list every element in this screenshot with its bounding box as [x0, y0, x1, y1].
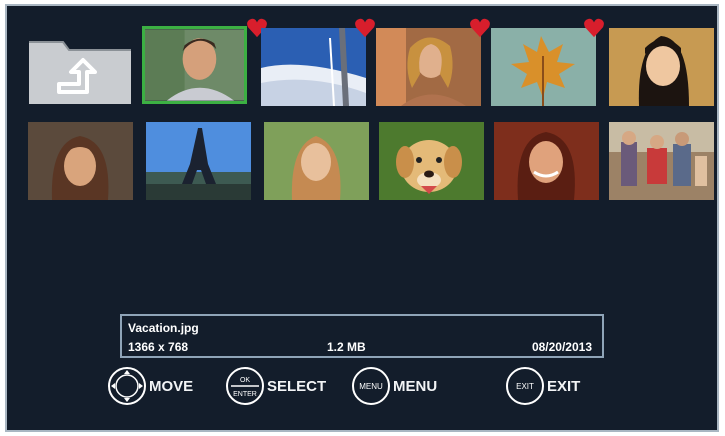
folder-up-icon — [25, 28, 135, 108]
woman-smiling-image — [28, 122, 133, 200]
select-label: SELECT — [267, 377, 327, 395]
snow-scene-image — [261, 28, 366, 106]
thumbnail-snow-scene[interactable] — [261, 28, 366, 106]
dog-image — [379, 122, 484, 200]
up-folder-thumbnail[interactable] — [25, 28, 135, 108]
file-size: 1.2 MB — [327, 340, 366, 354]
thumbnail-autumn-leaf[interactable] — [491, 28, 596, 106]
thumbnail-woman-smiling[interactable] — [28, 122, 133, 200]
exit-button-icon: EXIT — [506, 367, 544, 405]
move-control[interactable]: MOVE — [107, 366, 193, 406]
file-date: 08/20/2013 — [531, 340, 592, 354]
woman-outdoor-image — [264, 122, 369, 200]
menu-button-icon: MENU — [352, 367, 390, 405]
thumbnail-laughing-woman[interactable] — [376, 28, 481, 106]
menu-control[interactable]: MENU MENU — [351, 366, 437, 406]
favorite-heart-icon — [354, 18, 376, 38]
dpad-icon — [108, 367, 146, 405]
family-group-image — [609, 122, 714, 200]
move-label: MOVE — [149, 377, 194, 395]
woman-red-hair-image — [494, 122, 599, 200]
thumbnail-dog[interactable] — [379, 122, 484, 200]
photo-browser-screen: Vacation.jpg 1366 x 768 1.2 MB 08/20/201… — [5, 4, 719, 432]
svg-text:ENTER: ENTER — [233, 391, 257, 398]
exit-control[interactable]: EXIT EXIT — [505, 366, 580, 406]
thumbnail-man-portrait[interactable] — [142, 26, 247, 104]
thumbnail-girl-portrait[interactable] — [609, 28, 714, 106]
favorite-heart-icon — [469, 18, 491, 38]
svg-text:MENU: MENU — [359, 382, 383, 391]
thumbnail-grid — [25, 18, 715, 206]
control-legend: MOVE OK ENTER SELECT MENU MENU EXIT EXIT — [107, 366, 707, 410]
man-portrait-image — [145, 29, 244, 101]
ok-enter-button-icon: OK ENTER — [226, 367, 264, 405]
autumn-leaf-image — [491, 28, 596, 106]
girl-portrait-image — [609, 28, 714, 106]
thumbnail-family-group[interactable] — [609, 122, 714, 200]
file-name: Vacation.jpg — [128, 321, 199, 335]
favorite-heart-icon — [583, 18, 605, 38]
laughing-woman-image — [376, 28, 481, 106]
thumbnail-woman-outdoor[interactable] — [264, 122, 369, 200]
file-resolution: 1366 x 768 — [128, 340, 189, 354]
thumbnail-woman-red-hair[interactable] — [494, 122, 599, 200]
svg-text:EXIT: EXIT — [516, 382, 534, 391]
file-info-panel: Vacation.jpg 1366 x 768 1.2 MB 08/20/201… — [120, 314, 604, 358]
menu-label: MENU — [393, 377, 438, 395]
svg-text:OK: OK — [240, 377, 250, 384]
exit-label: EXIT — [547, 377, 581, 395]
thumbnail-eiffel-tower[interactable] — [146, 122, 251, 200]
select-control[interactable]: OK ENTER SELECT — [225, 366, 326, 406]
eiffel-tower-image — [146, 122, 251, 200]
